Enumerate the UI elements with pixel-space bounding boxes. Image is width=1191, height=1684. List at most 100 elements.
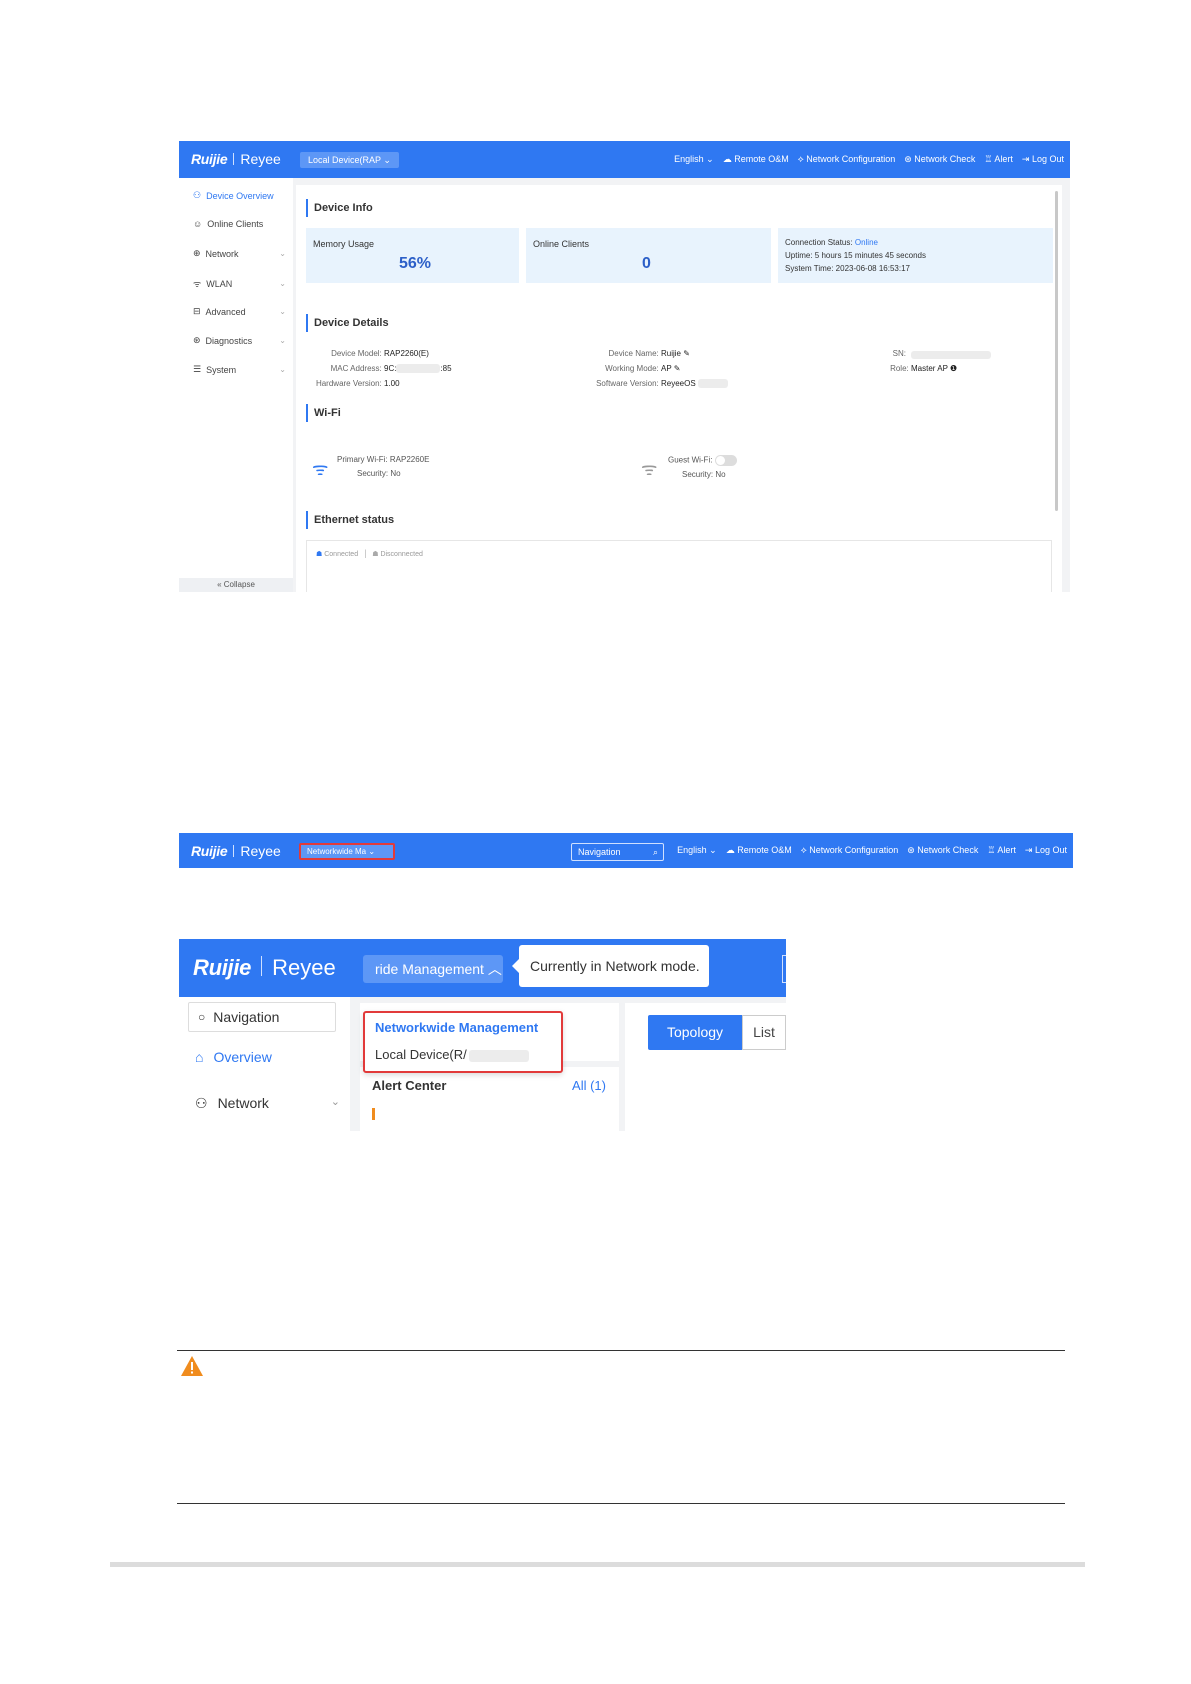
network-check-link[interactable]: ⊛ Network Check <box>904 154 975 165</box>
device-model-value: RAP2260(E) <box>384 349 429 358</box>
main-content: Device Info Memory Usage 56% Online Clie… <box>296 185 1062 592</box>
edit-icon[interactable]: ✎ <box>683 349 690 358</box>
wifi-icon: ᯤ <box>641 459 658 479</box>
software-version-value: ReyeeOS <box>661 379 731 389</box>
ethernet-panel: ☗ Connected │ ☗ Disconnected <box>306 540 1052 592</box>
uptime-text: Uptime: 5 hours 15 minutes 45 seconds <box>785 251 926 260</box>
chevron-down-icon: ⌄ <box>279 249 286 258</box>
network-check-link[interactable]: ⊛ Network Check <box>907 845 978 856</box>
alert-center-card: Alert Center All (1) <box>360 1067 619 1131</box>
brand-logo: Ruijie Reyee <box>191 843 281 859</box>
box-icon: ⊟ <box>193 306 201 316</box>
info-icon[interactable]: ❶ <box>950 364 957 373</box>
sidebar-item-advanced[interactable]: ⊟ Advanced ⌄ <box>193 306 288 317</box>
alert-link[interactable]: ♖ Alert <box>987 845 1016 856</box>
mode-tooltip: Currently in Network mode. <box>512 945 709 987</box>
sn-value <box>911 351 991 359</box>
note-top-rule <box>177 1350 1065 1351</box>
device-info-title: Device Info <box>306 199 373 217</box>
memory-usage-value: 56% <box>399 255 432 272</box>
edit-icon[interactable]: ✎ <box>674 364 681 373</box>
network-icon: ⚇ <box>193 190 202 200</box>
warning-icon <box>180 1355 204 1377</box>
system-time-text: System Time: 2023-06-08 16:53:17 <box>785 264 910 273</box>
remote-om-link[interactable]: ☁ Remote O&M <box>723 154 789 165</box>
navigation-search-input[interactable]: Navigation ⌕ <box>571 843 664 861</box>
network-configuration-link[interactable]: ⟡ Network Configuration <box>798 154 896 165</box>
sliders-icon: ☰ <box>193 364 202 374</box>
device-name-value: Ruijie ✎ <box>661 349 690 358</box>
brand-logo: Ruijie Reyee <box>193 955 336 980</box>
sidebar-item-wlan[interactable]: ᯤ WLAN ⌄ <box>193 277 288 290</box>
sidebar-item-network[interactable]: ⊕ Network ⌄ <box>193 248 288 259</box>
networkwide-topbar-screenshot: Ruijie Reyee Networkwide Ma ⌄ Navigation ⌕… <box>179 833 1073 868</box>
logout-link[interactable]: ⇥ Log Out <box>1022 154 1064 165</box>
home-icon: ⌂ <box>195 1049 204 1065</box>
working-mode-value: AP ✎ <box>661 364 681 373</box>
network-icon: ⚇ <box>195 1095 208 1111</box>
navigation-search-input[interactable]: ○ Navigation <box>188 1002 336 1032</box>
logout-link[interactable]: ⇥ Log Out <box>1025 845 1067 856</box>
ethernet-status-title: Ethernet status <box>306 511 394 529</box>
connection-status-value: Online <box>854 238 878 247</box>
sidebar-item-device-overview[interactable]: ⚇ Device Overview <box>193 190 288 201</box>
alert-link[interactable]: ♖ Alert <box>984 154 1013 165</box>
connection-status-card: Connection Status: Online Uptime: 5 hour… <box>778 228 1053 283</box>
connected-port-icon: ☗ <box>316 551 323 558</box>
collapse-button[interactable]: « Collapse <box>179 578 293 592</box>
guest-wifi-security: Security: No <box>682 470 726 479</box>
top-bar: Ruijie Reyee Local Device(RAP ⌄ English ⌄… <box>179 141 1070 178</box>
sidebar: ○ Navigation ⌂ Overview ⚇ Network ⌄ <box>179 997 350 1131</box>
primary-wifi-security: Security: No <box>357 469 401 478</box>
top-nav: English ⌄ ☁ Remote O&M ⟡ Network Configu… <box>674 154 1064 165</box>
dropdown-option-networkwide[interactable]: Networkwide Management <box>375 1020 538 1035</box>
management-mode-dropdown: Networkwide Management Local Device(R/ <box>363 1011 563 1073</box>
user-icon: ☺ <box>193 219 203 229</box>
wifi-title: Wi-Fi <box>306 404 341 422</box>
sidebar-item-diagnostics[interactable]: ⊛ Diagnostics ⌄ <box>193 335 288 346</box>
chevron-down-icon: ⌄ <box>279 336 286 345</box>
brand-logo: Ruijie Reyee <box>191 151 281 167</box>
scrollbar[interactable] <box>1055 191 1058 511</box>
alert-center-title: Alert Center <box>372 1078 447 1093</box>
mode-switch-screenshot: Ruijie Reyee ride Management ︿ Currently … <box>179 939 786 1131</box>
remote-om-link[interactable]: ☁ Remote O&M <box>726 845 792 856</box>
language-selector[interactable]: English ⌄ <box>677 845 717 856</box>
dropdown-option-local-device[interactable]: Local Device(R/ <box>375 1047 529 1062</box>
chevron-down-icon: ⌄ <box>330 1096 340 1108</box>
page-footer-bar <box>110 1562 1085 1567</box>
diagnose-icon: ⊛ <box>193 335 201 345</box>
device-selector[interactable]: Local Device(RAP ⌄ <box>300 152 399 168</box>
memory-usage-card: Memory Usage 56% <box>306 228 519 283</box>
language-selector[interactable]: English ⌄ <box>674 154 714 165</box>
note-bottom-rule <box>177 1503 1065 1504</box>
mac-address-value: 9C::85 <box>384 364 452 374</box>
topology-tab[interactable]: Topology <box>648 1015 742 1050</box>
sidebar-item-overview[interactable]: ⌂ Overview <box>195 1049 272 1065</box>
sidebar-item-system[interactable]: ☰ System ⌄ <box>193 364 288 375</box>
sidebar-item-online-clients[interactable]: ☺ Online Clients <box>193 219 288 229</box>
online-clients-card: Online Clients 0 <box>526 228 771 283</box>
network-configuration-link[interactable]: ⟡ Network Configuration <box>801 845 899 856</box>
primary-wifi-name: Primary Wi-Fi: RAP2260E <box>337 455 430 464</box>
top-nav: English ⌄ ☁ Remote O&M ⟡ Network Configu… <box>677 845 1067 856</box>
chevron-down-icon: ⌄ <box>279 307 286 316</box>
guest-wifi-toggle[interactable] <box>714 455 737 466</box>
hardware-version-value: 1.00 <box>384 379 400 388</box>
sidebar: ⚇ Device Overview ☺ Online Clients ⊕ Networ… <box>179 178 293 592</box>
wifi-icon: ᯤ <box>193 279 202 289</box>
guest-wifi-label: Guest Wi-Fi: <box>668 455 713 465</box>
wifi-icon: ᯤ <box>312 459 329 479</box>
management-mode-selector[interactable]: ride Management ︿ <box>363 955 503 983</box>
search-icon: ○ <box>198 1010 206 1024</box>
online-clients-value: 0 <box>642 255 651 272</box>
list-tab[interactable]: List <box>742 1015 786 1050</box>
device-details-title: Device Details <box>306 314 389 332</box>
alert-all-link[interactable]: All (1) <box>572 1078 606 1093</box>
device-overview-screenshot: Ruijie Reyee Local Device(RAP ⌄ English ⌄… <box>179 141 1070 592</box>
top-bar: Ruijie Reyee ride Management ︿ Currently … <box>179 939 786 997</box>
management-mode-selector[interactable]: Networkwide Ma ⌄ <box>299 843 395 860</box>
chevron-down-icon: ⌄ <box>279 279 286 288</box>
disconnected-port-icon: ☗ <box>372 551 379 558</box>
sidebar-item-network[interactable]: ⚇ Network ⌄ <box>195 1095 340 1112</box>
